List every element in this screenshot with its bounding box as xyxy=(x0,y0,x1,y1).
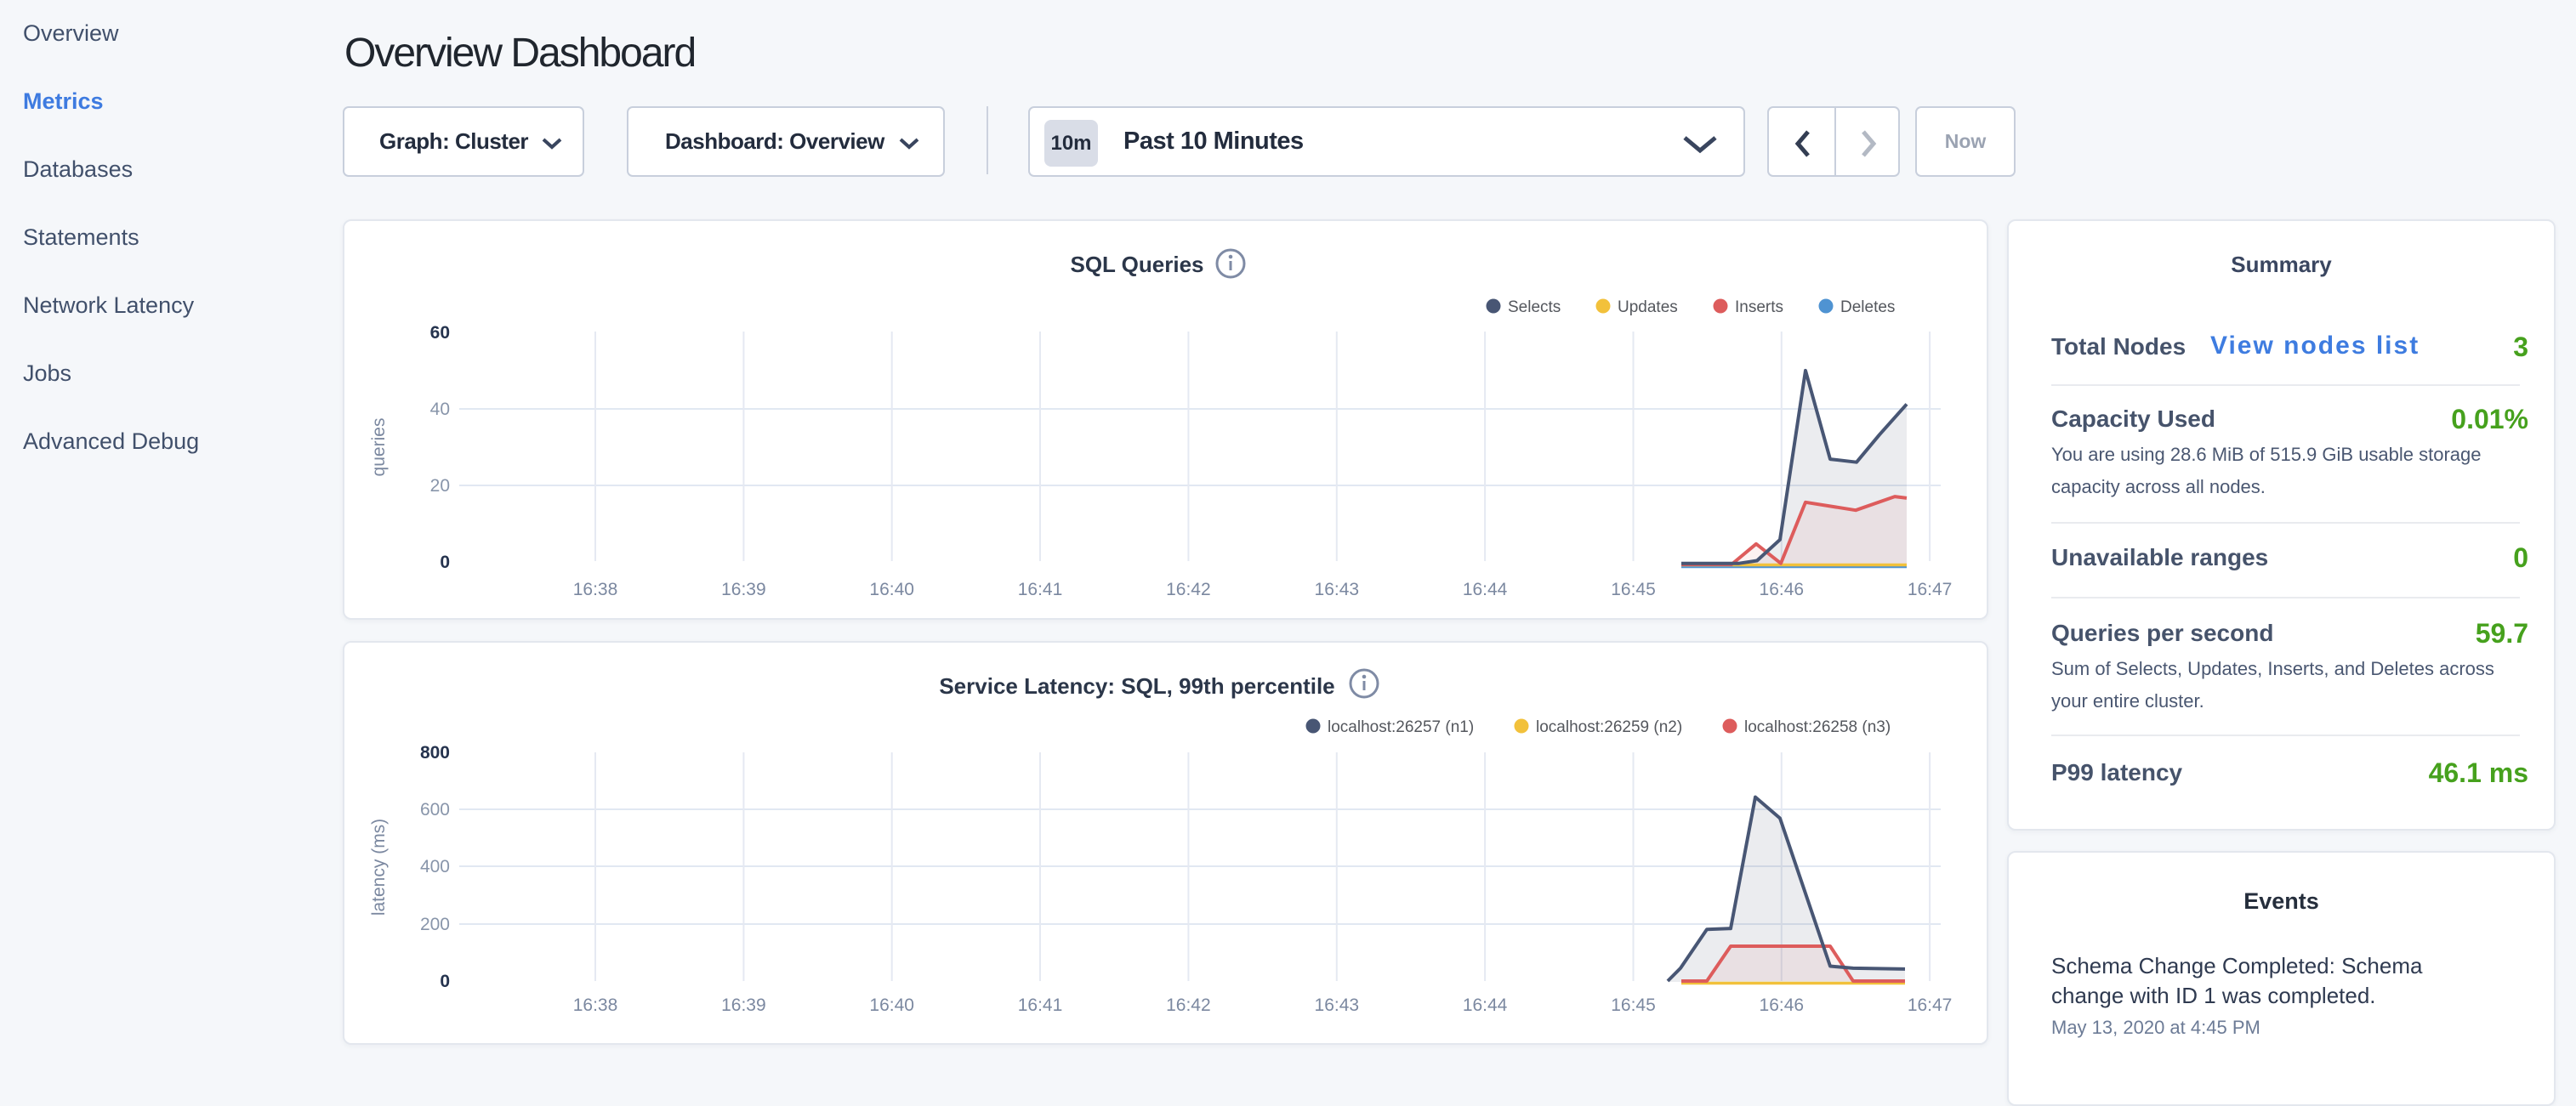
svg-text:16:47: 16:47 xyxy=(1908,580,1953,599)
svg-text:16:45: 16:45 xyxy=(1611,580,1656,599)
svg-text:16:39: 16:39 xyxy=(721,995,766,1015)
svg-text:localhost:26259 (n2): localhost:26259 (n2) xyxy=(1536,718,1682,736)
svg-text:16:47: 16:47 xyxy=(1908,995,1953,1015)
svg-text:16:38: 16:38 xyxy=(573,995,618,1015)
svg-text:16:43: 16:43 xyxy=(1315,995,1360,1015)
svg-text:16:41: 16:41 xyxy=(1018,580,1063,599)
svg-text:localhost:26258 (n3): localhost:26258 (n3) xyxy=(1744,718,1891,736)
svg-text:20: 20 xyxy=(430,476,450,496)
svg-text:16:38: 16:38 xyxy=(573,580,618,599)
svg-text:queries: queries xyxy=(369,418,389,477)
svg-text:16:43: 16:43 xyxy=(1315,580,1360,599)
svg-text:16:42: 16:42 xyxy=(1166,995,1211,1015)
svg-text:16:40: 16:40 xyxy=(869,580,914,599)
svg-text:Selects: Selects xyxy=(1508,298,1561,316)
svg-text:200: 200 xyxy=(420,915,450,934)
svg-text:16:40: 16:40 xyxy=(869,995,914,1015)
svg-text:SQL Queries: SQL Queries xyxy=(1070,252,1203,277)
svg-text:Service Latency: SQL, 99th per: Service Latency: SQL, 99th percentile xyxy=(939,673,1334,699)
svg-text:16:41: 16:41 xyxy=(1018,995,1063,1015)
svg-text:16:46: 16:46 xyxy=(1760,580,1805,599)
svg-text:16:44: 16:44 xyxy=(1463,580,1508,599)
svg-text:800: 800 xyxy=(420,743,450,763)
svg-text:Inserts: Inserts xyxy=(1735,298,1783,316)
svg-text:16:45: 16:45 xyxy=(1611,995,1656,1015)
svg-text:16:39: 16:39 xyxy=(721,580,766,599)
svg-text:0: 0 xyxy=(440,972,450,991)
svg-text:400: 400 xyxy=(420,857,450,876)
svg-text:localhost:26257 (n1): localhost:26257 (n1) xyxy=(1328,718,1474,736)
svg-text:Updates: Updates xyxy=(1618,298,1678,316)
svg-text:60: 60 xyxy=(430,323,450,343)
svg-text:600: 600 xyxy=(420,800,450,820)
svg-text:0: 0 xyxy=(440,553,450,572)
svg-text:16:42: 16:42 xyxy=(1166,580,1211,599)
svg-text:40: 40 xyxy=(430,400,450,419)
svg-text:Deletes: Deletes xyxy=(1840,298,1895,316)
svg-text:latency (ms): latency (ms) xyxy=(369,819,389,916)
svg-text:16:44: 16:44 xyxy=(1463,995,1508,1015)
svg-text:16:46: 16:46 xyxy=(1760,995,1805,1015)
